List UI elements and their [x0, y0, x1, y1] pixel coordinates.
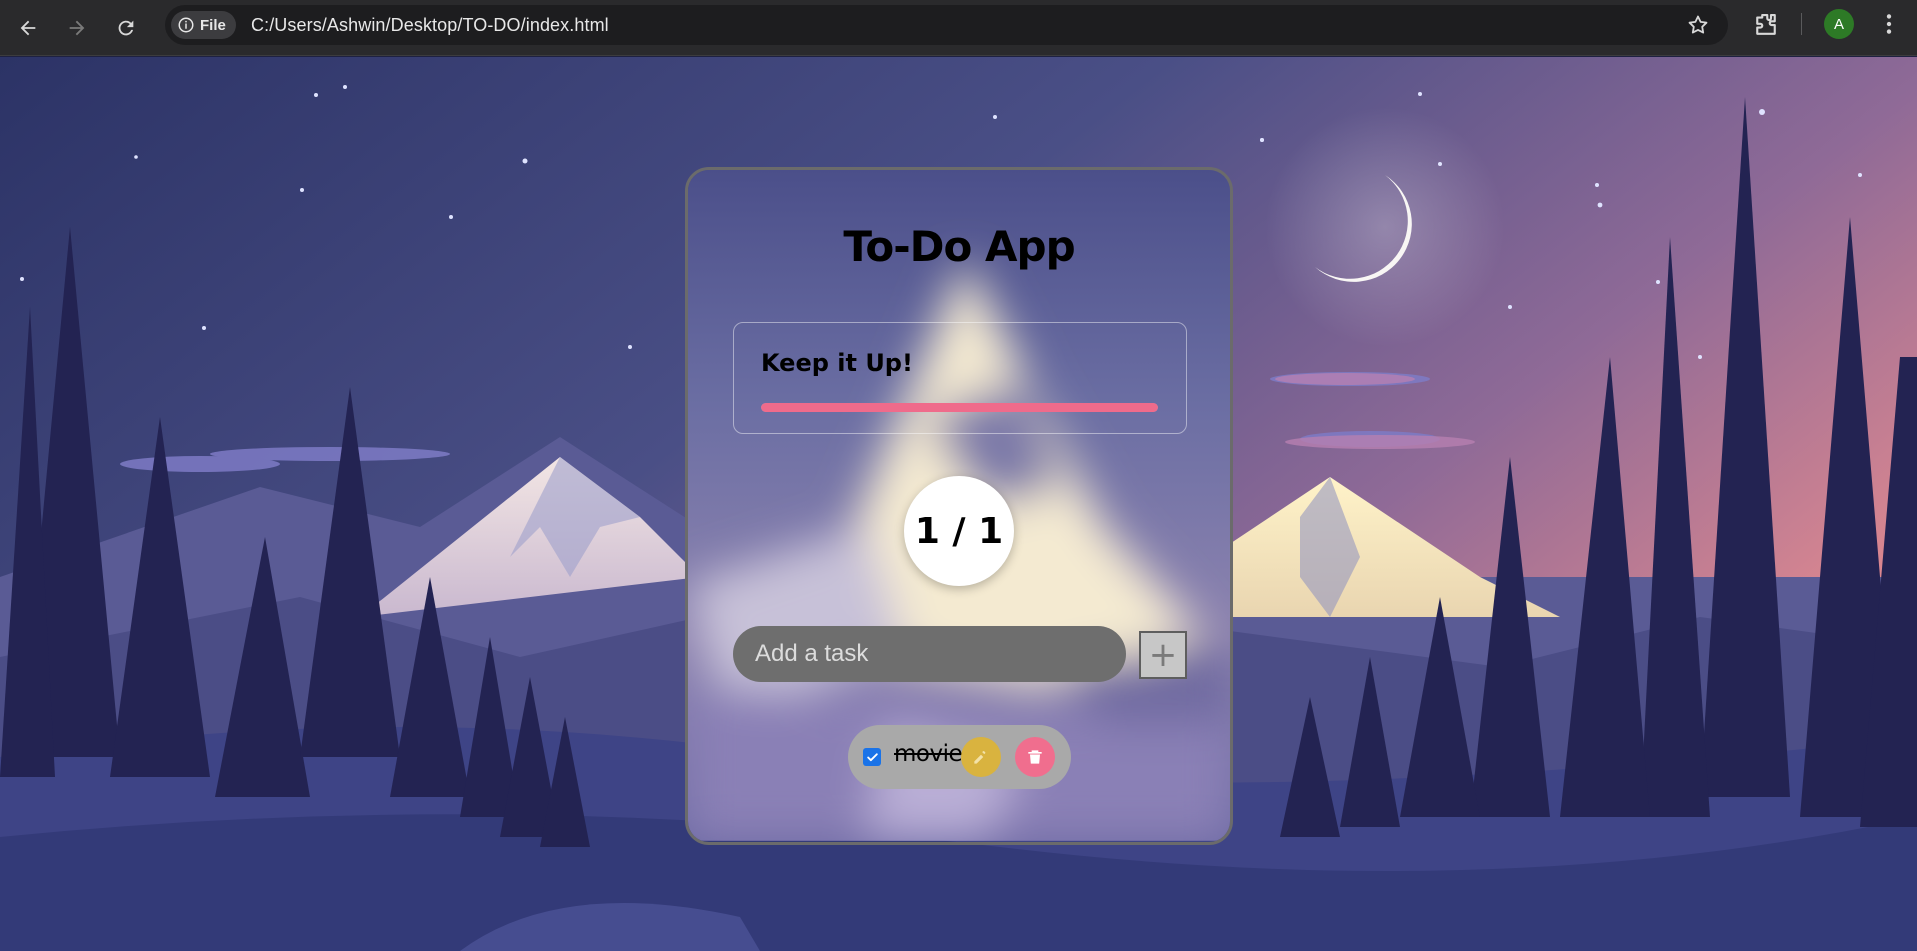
- pencil-icon: [974, 751, 986, 764]
- site-info-chip[interactable]: File: [171, 11, 236, 39]
- progress-bar-fill: [761, 403, 1158, 412]
- info-icon: [178, 17, 194, 33]
- trash-icon: [1028, 750, 1042, 764]
- task-list-item: movie: [848, 725, 1071, 789]
- site-chip-label: File: [200, 16, 226, 34]
- url-text[interactable]: C:/Users/Ashwin/Desktop/TO-DO/index.html: [251, 15, 609, 36]
- add-task-button[interactable]: +: [1139, 631, 1187, 679]
- kebab-menu-icon[interactable]: [1876, 11, 1902, 37]
- checkmark-icon: [866, 752, 878, 761]
- plus-icon: +: [1148, 635, 1178, 675]
- task-text: movie: [894, 741, 963, 767]
- extensions-puzzle-icon[interactable]: [1751, 10, 1781, 40]
- browser-toolbar: File C:/Users/Ashwin/Desktop/TO-DO/index…: [0, 0, 1917, 56]
- app-title: To-Do App: [843, 222, 1075, 271]
- task-complete-checkbox[interactable]: [863, 748, 881, 766]
- reload-button[interactable]: [108, 10, 144, 46]
- task-input[interactable]: [733, 626, 1126, 682]
- profile-avatar[interactable]: A: [1824, 9, 1854, 39]
- task-counter: 1 / 1: [904, 476, 1014, 586]
- todo-app-card: To-Do App Keep it Up! 1 / 1 + movie: [685, 167, 1233, 845]
- task-counter-text: 1 / 1: [914, 510, 1004, 552]
- arrow-right-icon: [69, 20, 85, 36]
- profile-initial: A: [1833, 15, 1844, 33]
- arrow-left-icon: [20, 20, 36, 36]
- reload-icon: [118, 20, 134, 36]
- delete-task-button[interactable]: [1015, 737, 1055, 777]
- back-button[interactable]: [10, 10, 46, 46]
- forward-button[interactable]: [59, 10, 95, 46]
- bookmark-star-icon[interactable]: [1686, 13, 1710, 37]
- address-bar[interactable]: File C:/Users/Ashwin/Desktop/TO-DO/index…: [165, 5, 1728, 45]
- progress-message: Keep it Up!: [761, 349, 913, 377]
- progress-stats-box: Keep it Up!: [733, 322, 1187, 434]
- progress-bar: [761, 403, 1158, 412]
- edit-task-button[interactable]: [961, 737, 1001, 777]
- toolbar-divider: [1801, 13, 1802, 35]
